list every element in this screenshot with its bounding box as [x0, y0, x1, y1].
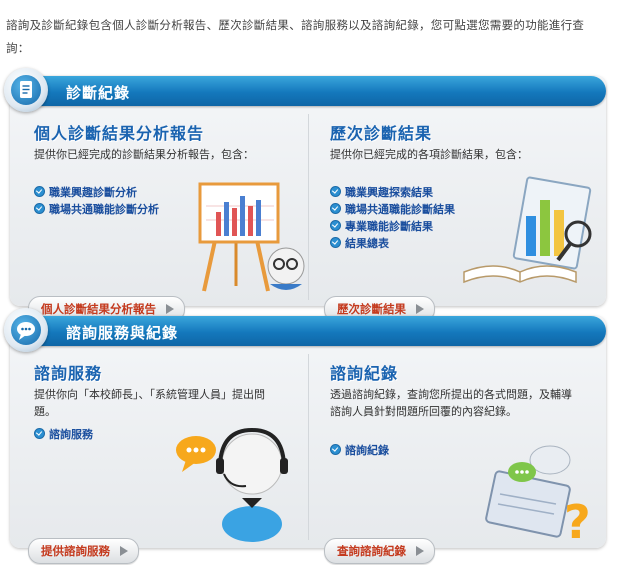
link-item[interactable]: 諮詢服務: [34, 426, 93, 443]
consultation-panel: 諮詢服務與紀錄 諮詢服務 提供你向「本校師長」、「系統管理人員」提出問題。 諮詢…: [4, 308, 606, 564]
link-item[interactable]: 職場共通職能診斷結果: [330, 201, 455, 218]
section-title: 診斷紀錄: [66, 84, 131, 102]
section-header-bar: 診斷紀錄: [4, 68, 606, 112]
check-circle-icon: [34, 186, 45, 197]
link-item[interactable]: 諮詢紀錄: [330, 442, 389, 459]
section-title: 諮詢服務與紀錄: [66, 324, 179, 342]
section-header-bar: 諮詢服務與紀錄: [4, 308, 606, 352]
play-arrow-icon: [416, 304, 424, 314]
play-arrow-icon: [120, 546, 128, 556]
check-circle-icon: [34, 203, 45, 214]
card-title: 歷次診斷結果: [330, 124, 433, 143]
link-list: 諮詢紀錄: [330, 442, 389, 459]
check-circle-icon: [330, 237, 341, 248]
link-item[interactable]: 職業興趣探索結果: [330, 184, 455, 201]
link-item[interactable]: 結果總表: [330, 235, 455, 252]
support-agent-icon: [176, 427, 288, 542]
link-list: 諮詢服務: [34, 426, 93, 443]
notebook-question-icon: ?: [485, 445, 591, 548]
diagnosis-records-panel: 診斷紀錄 個人診斷結果分析報告 提供你已經完成的診斷結果分析報告，包含： 職業興…: [4, 68, 606, 322]
provide-service-button[interactable]: 提供諮詢服務: [28, 538, 139, 564]
check-circle-icon: [330, 220, 341, 231]
check-circle-icon: [330, 444, 341, 455]
query-records-button[interactable]: 查詢諮詢紀錄: [324, 538, 435, 564]
card-divider: [308, 114, 309, 300]
card-description: 透過諮詢紀錄，查詢您所提出的各式問題，及輔導諮詢人員針對問題所回覆的內容紀錄。: [330, 388, 572, 418]
clipboard-chart-icon: [463, 176, 592, 284]
card-title: 個人診斷結果分析報告: [34, 124, 205, 143]
card-divider: [308, 354, 309, 540]
card-description: 提供你已經完成的診斷結果分析報告，包含：: [34, 148, 254, 161]
check-circle-icon: [330, 203, 341, 214]
card-title: 諮詢服務: [34, 364, 103, 383]
link-item[interactable]: 職業興趣診斷分析: [34, 184, 159, 201]
link-item[interactable]: 專業職能診斷結果: [330, 218, 455, 235]
card-description: 提供你已經完成的各項診斷結果，包含：: [330, 148, 528, 161]
check-circle-icon: [330, 186, 341, 197]
document-icon: [4, 68, 48, 112]
link-list: 職業興趣探索結果 職場共通職能診斷結果 專業職能診斷結果 結果總表: [330, 184, 455, 252]
play-arrow-icon: [416, 546, 424, 556]
chart-easel-icon: [198, 182, 305, 292]
link-list: 職業興趣診斷分析 職場共通職能診斷分析: [34, 184, 159, 218]
check-circle-icon: [34, 428, 45, 439]
intro-text: 諮詢及診斷紀錄包含個人診斷分析報告、歷次診斷結果、諮詢服務以及諮詢紀錄，您可點選…: [6, 18, 585, 55]
card-title: 諮詢紀錄: [330, 364, 399, 383]
chat-icon: [4, 308, 48, 352]
link-item[interactable]: 職場共通職能診斷分析: [34, 201, 159, 218]
svg-text:?: ?: [564, 495, 591, 548]
play-arrow-icon: [166, 304, 174, 314]
